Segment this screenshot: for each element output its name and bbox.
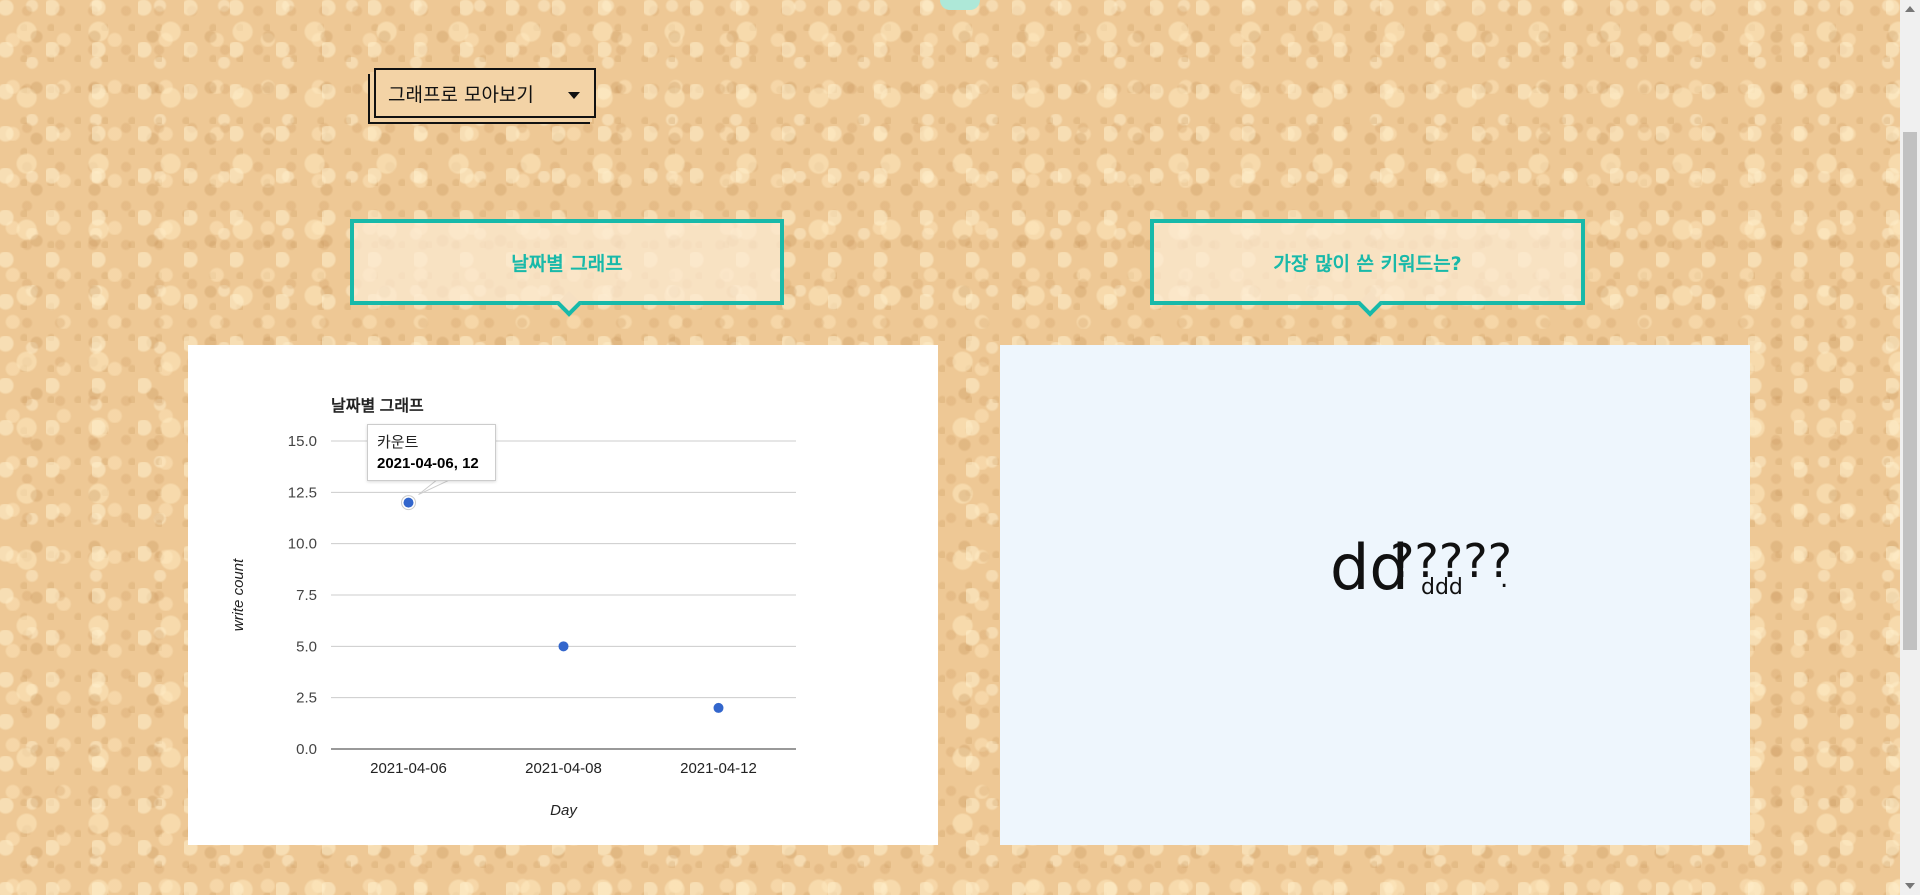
scroll-up-arrow-icon[interactable]	[1905, 6, 1915, 12]
y-tick-label: 15.0	[288, 433, 317, 450]
date-scatter-chart[interactable]: 날짜별 그래프 0.0 2.5 5.0 7.5 10.0 12.5 15.0 2021-04-0…	[188, 345, 938, 845]
data-point[interactable]	[558, 641, 569, 652]
decorative-pin	[940, 0, 980, 10]
y-tick-label: 5.0	[296, 638, 317, 655]
cloud-word[interactable]: ddd	[1421, 577, 1463, 599]
keywords-heading: 가장 많이 쓴 키워드는?	[1150, 219, 1585, 305]
tooltip-value: 2021-04-06, 12	[377, 455, 479, 472]
x-tick-label: 2021-04-06	[370, 760, 447, 777]
keywords-heading-text: 가장 많이 쓴 키워드는?	[1273, 252, 1462, 275]
y-axis-label: write count	[230, 558, 247, 631]
scrollbar-thumb[interactable]	[1903, 132, 1917, 650]
y-tick-label: 10.0	[288, 536, 317, 553]
cloud-word[interactable]: .	[1500, 566, 1508, 592]
keyword-cloud-panel: dd ????? ddd .	[1000, 345, 1750, 845]
y-tick-label: 7.5	[296, 587, 317, 604]
x-tick-label: 2021-04-12	[680, 760, 757, 777]
data-point[interactable]	[713, 702, 724, 713]
y-tick-label: 0.0	[296, 741, 317, 758]
x-axis-label: Day	[550, 802, 578, 819]
scroll-down-arrow-icon[interactable]	[1905, 883, 1915, 889]
y-tick-label: 2.5	[296, 690, 317, 707]
date-graph-heading: 날짜별 그래프	[350, 219, 784, 305]
y-tick-label: 12.5	[288, 484, 317, 501]
date-graph-heading-text: 날짜별 그래프	[511, 252, 623, 275]
dropdown-label: 그래프로 모아보기	[388, 83, 534, 106]
caret-down-icon	[568, 92, 580, 99]
tooltip-series: 카운트	[377, 434, 419, 451]
date-chart-panel: 날짜별 그래프 0.0 2.5 5.0 7.5 10.0 12.5 15.0 2021-04-0…	[188, 345, 938, 845]
view-mode-dropdown[interactable]: 그래프로 모아보기	[374, 68, 596, 118]
chart-tooltip: 카운트 2021-04-06, 12	[367, 424, 496, 481]
chart-title: 날짜별 그래프	[331, 397, 424, 415]
x-tick-label: 2021-04-08	[525, 760, 602, 777]
data-point[interactable]	[403, 497, 414, 508]
